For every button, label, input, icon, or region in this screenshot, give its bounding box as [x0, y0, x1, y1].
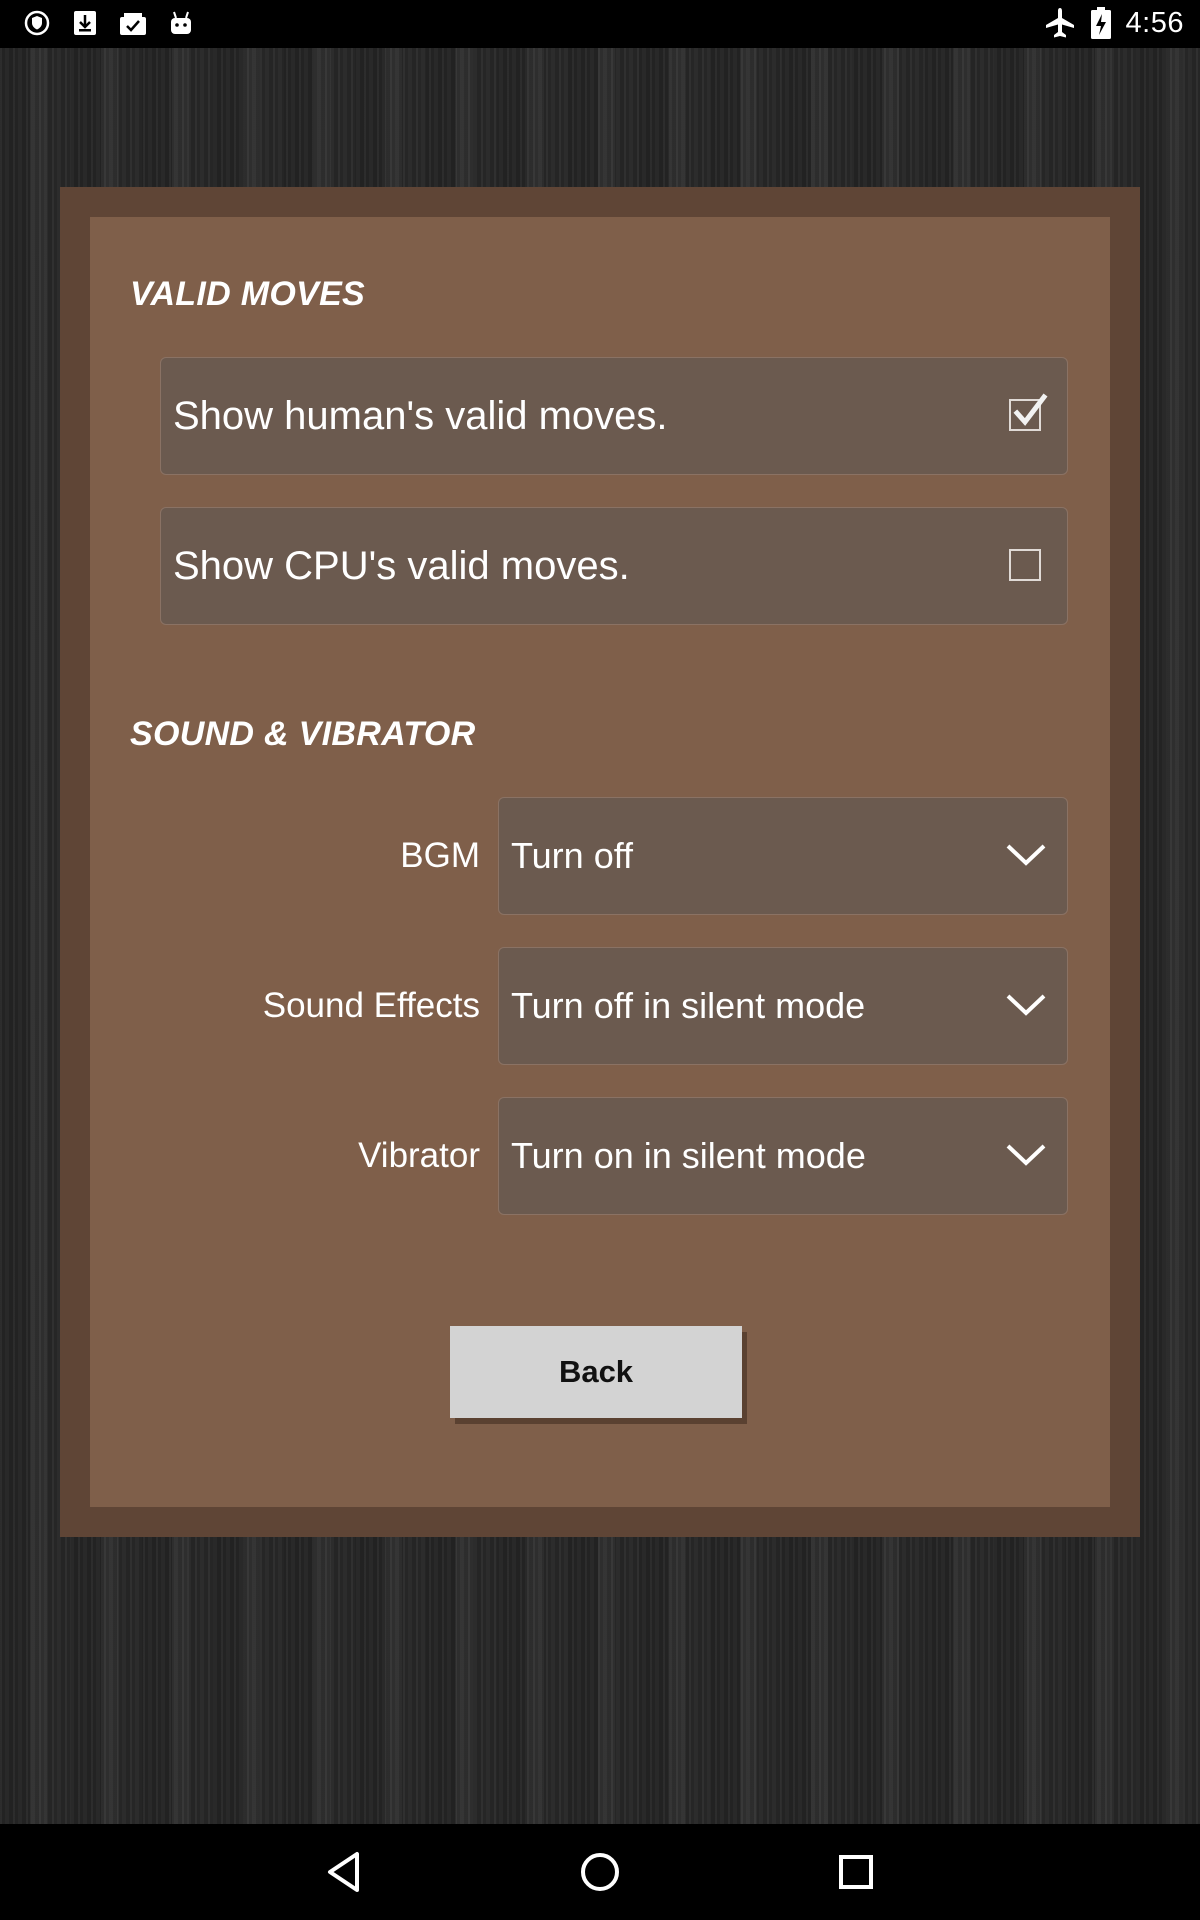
show-cpu-moves-checkbox[interactable]	[1009, 549, 1041, 581]
vibrator-dropdown[interactable]: Turn on in silent mode	[498, 1097, 1068, 1215]
nav-back-button[interactable]	[314, 1844, 374, 1900]
home-icon	[581, 1853, 619, 1891]
status-system-icons: 4:56	[1044, 6, 1184, 40]
android-icon	[171, 11, 191, 34]
shield-icon	[24, 10, 50, 36]
vibrator-value: Turn on in silent mode	[511, 1135, 866, 1176]
vibrator-label: Vibrator	[358, 1136, 480, 1175]
status-clock: 4:56	[1125, 6, 1184, 39]
show-human-moves-checkbox[interactable]	[1009, 393, 1048, 431]
checkmark-icon	[1013, 393, 1048, 426]
chevron-down-icon	[1006, 1144, 1046, 1166]
show-human-moves-label: Show human's valid moves.	[173, 394, 668, 438]
sound-effects-value: Turn off in silent mode	[511, 985, 866, 1026]
nav-recents-button[interactable]	[826, 1844, 886, 1900]
show-human-moves-option[interactable]: Show human's valid moves.	[160, 357, 1068, 475]
settings-dialog: VALID MOVES Show human's valid moves. Sh…	[60, 187, 1140, 1537]
show-cpu-moves-label: Show CPU's valid moves.	[173, 544, 630, 588]
chevron-down-icon	[1006, 994, 1046, 1016]
airplane-mode-icon	[1045, 8, 1074, 38]
settings-dialog-body: VALID MOVES Show human's valid moves. Sh…	[90, 217, 1110, 1507]
bgm-label: BGM	[400, 836, 480, 875]
sound-effects-dropdown[interactable]: Turn off in silent mode	[498, 947, 1068, 1065]
battery-charging-icon	[1090, 7, 1111, 39]
valid-moves-title: VALID MOVES	[130, 275, 366, 313]
sound-vibrator-title: SOUND & VIBRATOR	[130, 715, 476, 753]
clipboard-check-icon	[120, 13, 146, 35]
chevron-down-icon	[1006, 844, 1046, 866]
bgm-value: Turn off	[511, 835, 634, 876]
back-button[interactable]: Back	[450, 1326, 742, 1418]
status-notification-icons	[22, 8, 196, 38]
nav-home-button[interactable]	[570, 1844, 630, 1900]
show-cpu-moves-option[interactable]: Show CPU's valid moves.	[160, 507, 1068, 625]
download-icon	[74, 11, 96, 35]
navigation-bar	[0, 1824, 1200, 1920]
sound-effects-label: Sound Effects	[262, 986, 480, 1025]
bgm-dropdown[interactable]: Turn off	[498, 797, 1068, 915]
status-bar: 4:56	[0, 0, 1200, 48]
back-icon	[328, 1852, 359, 1892]
recents-icon	[839, 1855, 873, 1889]
